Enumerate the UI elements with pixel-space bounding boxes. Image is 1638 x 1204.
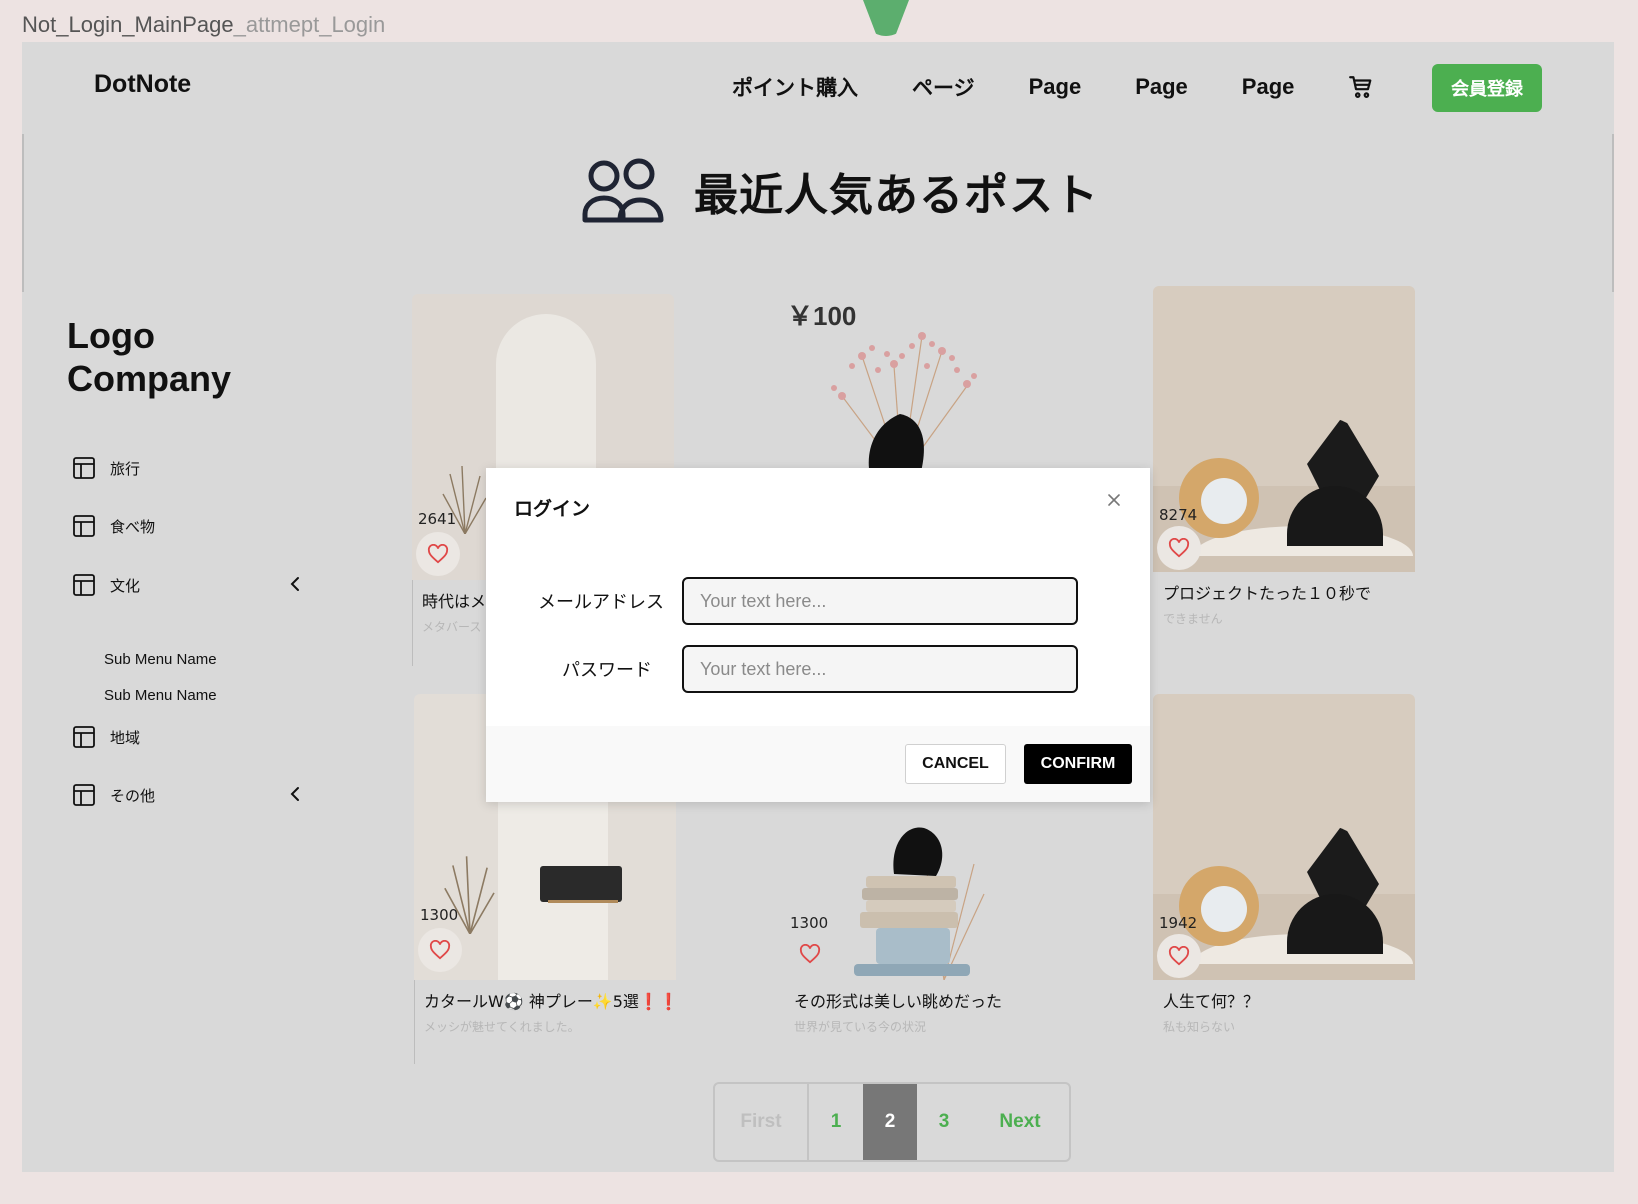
nav-page-3[interactable]: Page xyxy=(1242,74,1295,100)
pagination-page-3[interactable]: 3 xyxy=(917,1084,971,1160)
heart-icon xyxy=(799,944,821,964)
layout-icon xyxy=(73,784,95,806)
heart-icon xyxy=(427,544,449,564)
hero-heading: 最近人気あるポスト xyxy=(582,158,1099,224)
heart-icon xyxy=(429,940,451,960)
sidebar-item-label: 地域 xyxy=(110,728,141,747)
post-title[interactable]: カタールW⚽️ 神プレー✨5選❗️❗️ xyxy=(424,988,679,1012)
frame-notch xyxy=(863,0,909,36)
modal-title: ログイン xyxy=(514,498,591,520)
flower-image xyxy=(831,332,977,476)
company-logo: Logo Company xyxy=(67,315,232,399)
like-button[interactable] xyxy=(1157,526,1201,570)
like-button[interactable] xyxy=(788,932,832,976)
card-divider xyxy=(414,980,415,1064)
cart-icon[interactable] xyxy=(1348,74,1374,100)
password-field[interactable] xyxy=(682,645,1078,693)
nav-point-purchase[interactable]: ポイント購入 xyxy=(732,72,858,102)
sidebar-item-other[interactable]: その他 xyxy=(72,783,302,807)
pagination-first[interactable]: First xyxy=(715,1084,809,1160)
post-card[interactable]: 8274 プロジェクトたった１０秒で できません xyxy=(1153,286,1415,627)
top-nav: ポイント購入 ページ Page Page Page xyxy=(732,72,1374,102)
nav-page-1[interactable]: Page xyxy=(1029,74,1082,100)
like-count: 1942 xyxy=(1159,914,1198,932)
post-subtitle: 世界が見ている今の状況 xyxy=(794,1020,927,1034)
modal-footer: CANCEL CONFIRM xyxy=(486,726,1150,802)
post-image: 8274 xyxy=(1153,286,1415,572)
sidebar-item-label: その他 xyxy=(110,786,156,805)
sidebar-item-culture[interactable]: 文化 xyxy=(72,573,302,597)
like-button[interactable] xyxy=(1157,934,1201,978)
close-icon[interactable] xyxy=(1106,492,1122,508)
hero-divider-right xyxy=(1612,134,1614,292)
pagination-page-1[interactable]: 1 xyxy=(809,1084,863,1160)
like-count: 8274 xyxy=(1159,506,1198,524)
pagination-next[interactable]: Next xyxy=(971,1084,1069,1160)
sidebar-item-label: 旅行 xyxy=(110,459,141,478)
email-label: メールアドレス xyxy=(538,592,664,613)
nav-page-2[interactable]: Page xyxy=(1135,74,1188,100)
like-button[interactable] xyxy=(416,532,460,576)
post-title[interactable]: その形式は美しい眺めだった xyxy=(794,988,1046,1012)
login-modal: ログイン メールアドレス パスワード CANCEL CONFIRM xyxy=(486,468,1150,802)
like-count: 1300 xyxy=(420,906,459,924)
confirm-button[interactable]: CONFIRM xyxy=(1024,744,1132,784)
chevron-left-icon[interactable] xyxy=(288,575,302,593)
post-title[interactable]: 人生て何？？ xyxy=(1163,988,1415,1012)
layout-icon xyxy=(73,726,95,748)
layout-icon xyxy=(73,515,95,537)
card-divider xyxy=(412,580,413,666)
chevron-left-icon[interactable] xyxy=(288,785,302,803)
heart-icon xyxy=(1168,946,1190,966)
sidebar-item-region[interactable]: 地域 xyxy=(72,725,302,749)
layout-icon xyxy=(73,457,95,479)
like-button[interactable] xyxy=(418,928,462,972)
post-subtitle: 私も知らない xyxy=(1163,1020,1236,1034)
signup-button[interactable]: 会員登録 xyxy=(1432,64,1542,112)
sidebar-item-travel[interactable]: 旅行 xyxy=(72,456,302,480)
sidebar-item-label: 食べ物 xyxy=(110,517,156,536)
pagination: First 1 2 3 Next xyxy=(713,1082,1071,1162)
layout-icon xyxy=(73,574,95,596)
sidebar-item-label: 文化 xyxy=(110,576,141,595)
like-count: 1300 xyxy=(790,914,829,932)
post-subtitle: メッシが魅せてくれました。 xyxy=(424,1020,580,1034)
page-title: 最近人気あるポスト xyxy=(694,170,1099,221)
post-image: 1942 xyxy=(1153,694,1415,980)
post-card[interactable]: 1942 人生て何？？ 私も知らない xyxy=(1153,694,1415,1035)
email-field[interactable] xyxy=(682,577,1078,625)
post-title[interactable]: プロジェクトたった１０秒で xyxy=(1163,580,1415,604)
hero-divider-left xyxy=(22,134,24,292)
pagination-page-2[interactable]: 2 xyxy=(863,1084,917,1160)
post-subtitle: できません xyxy=(1163,612,1223,626)
brand-logo[interactable]: DotNote xyxy=(94,70,191,99)
sidebar-item-food[interactable]: 食べ物 xyxy=(72,514,302,538)
submenu-item[interactable]: Sub Menu Name xyxy=(104,687,217,704)
heart-icon xyxy=(1168,538,1190,558)
like-count: 2641 xyxy=(418,510,457,528)
sculpture-image xyxy=(854,827,985,980)
cancel-button[interactable]: CANCEL xyxy=(905,744,1006,784)
submenu-item[interactable]: Sub Menu Name xyxy=(104,651,217,668)
users-icon xyxy=(582,158,664,223)
frame-label: Not_Login_MainPage_attmept_Login xyxy=(22,12,386,37)
nav-page-jp[interactable]: ページ xyxy=(912,72,975,102)
password-label: パスワード xyxy=(562,660,652,681)
